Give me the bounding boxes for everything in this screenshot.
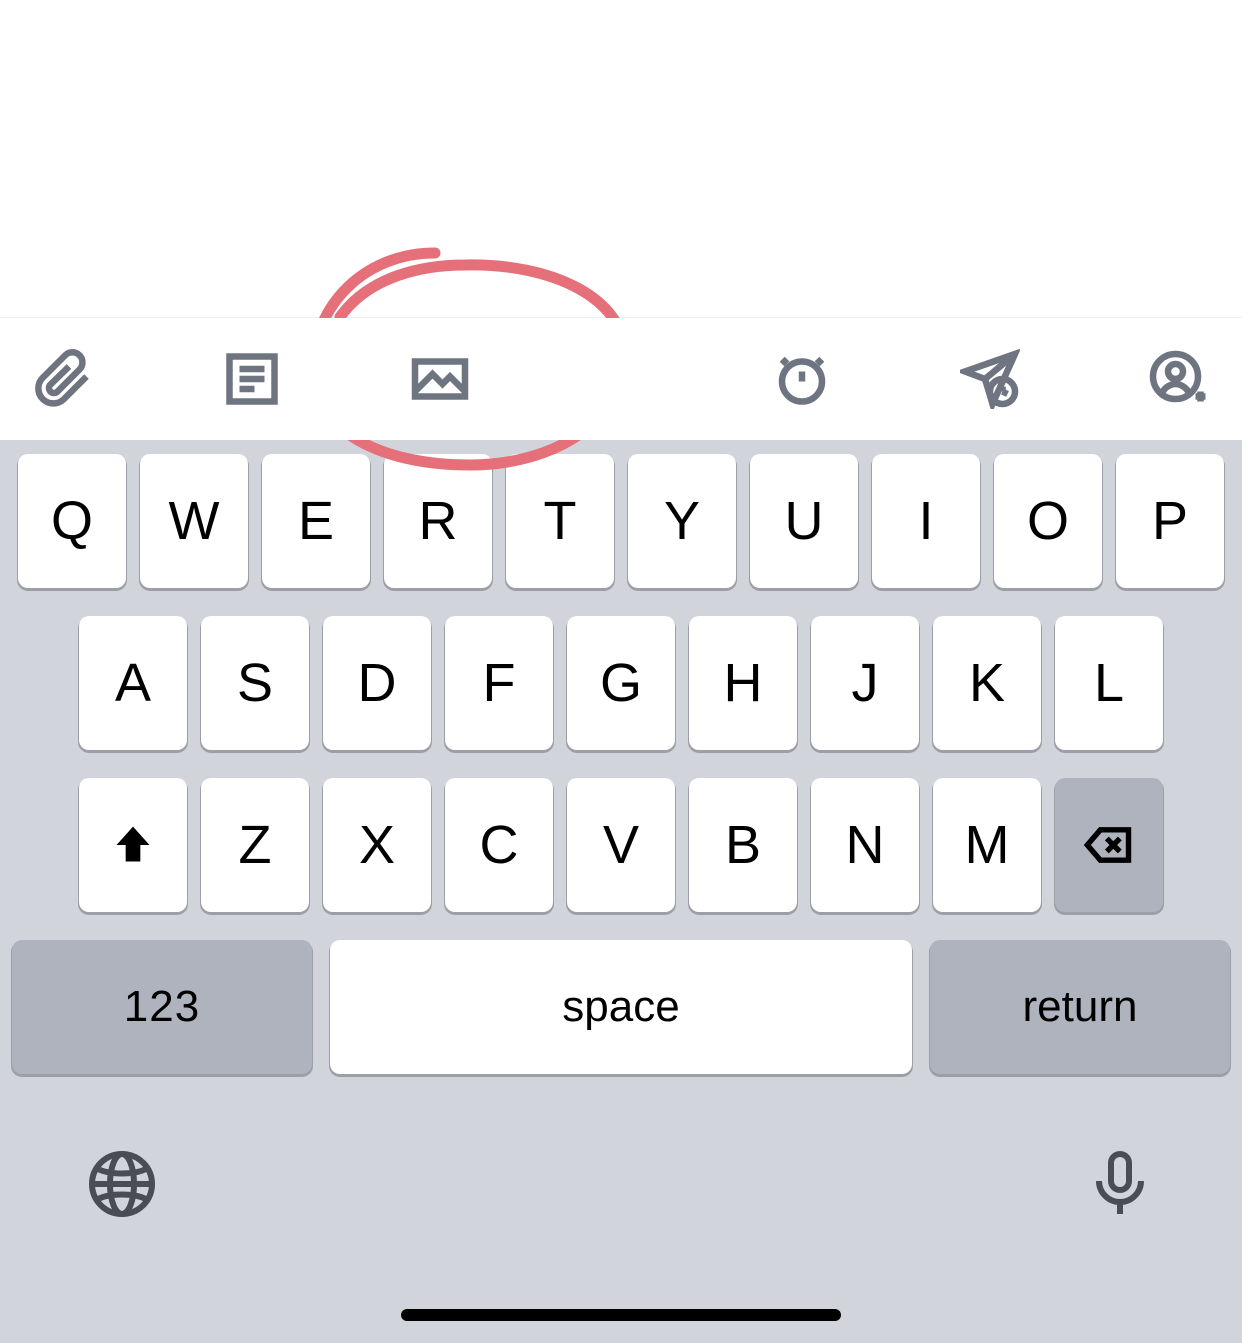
key-h[interactable]: H [689, 616, 797, 750]
key-q[interactable]: Q [18, 454, 126, 588]
keyboard-bottom-bar [12, 1102, 1230, 1224]
timer-icon[interactable] [766, 343, 838, 415]
key-n[interactable]: N [811, 778, 919, 912]
numbers-key[interactable]: 123 [12, 940, 312, 1074]
key-d[interactable]: D [323, 616, 431, 750]
key-t[interactable]: T [506, 454, 614, 588]
add-contact-icon[interactable] [1142, 343, 1214, 415]
key-f[interactable]: F [445, 616, 553, 750]
key-o[interactable]: O [994, 454, 1102, 588]
delete-key[interactable] [1055, 778, 1163, 912]
key-e[interactable]: E [262, 454, 370, 588]
key-y[interactable]: Y [628, 454, 736, 588]
keyboard-row-2: A S D F G H J K L [12, 616, 1230, 750]
key-s[interactable]: S [201, 616, 309, 750]
key-g[interactable]: G [567, 616, 675, 750]
key-u[interactable]: U [750, 454, 858, 588]
key-i[interactable]: I [872, 454, 980, 588]
globe-icon[interactable] [82, 1144, 162, 1224]
keyboard-row-1: Q W E R T Y U I O P [12, 454, 1230, 588]
shift-key[interactable] [79, 778, 187, 912]
image-icon[interactable] [404, 343, 476, 415]
key-l[interactable]: L [1055, 616, 1163, 750]
key-k[interactable]: K [933, 616, 1041, 750]
ios-keyboard: Q W E R T Y U I O P A S D F G H J K L Z … [0, 440, 1242, 1343]
key-p[interactable]: P [1116, 454, 1224, 588]
key-m[interactable]: M [933, 778, 1041, 912]
keyboard-row-4: 123 space return [12, 940, 1230, 1074]
key-a[interactable]: A [79, 616, 187, 750]
send-later-icon[interactable] [954, 343, 1026, 415]
key-j[interactable]: J [811, 616, 919, 750]
key-z[interactable]: Z [201, 778, 309, 912]
home-indicator[interactable] [401, 1309, 841, 1321]
content-area [0, 0, 1242, 318]
key-r[interactable]: R [384, 454, 492, 588]
key-w[interactable]: W [140, 454, 248, 588]
attachment-icon[interactable] [28, 343, 100, 415]
microphone-icon[interactable] [1080, 1144, 1160, 1224]
compose-toolbar [0, 318, 1242, 440]
key-v[interactable]: V [567, 778, 675, 912]
template-icon[interactable] [216, 343, 288, 415]
space-key[interactable]: space [330, 940, 912, 1074]
key-c[interactable]: C [445, 778, 553, 912]
keyboard-row-3: Z X C V B N M [12, 778, 1230, 912]
key-b[interactable]: B [689, 778, 797, 912]
key-x[interactable]: X [323, 778, 431, 912]
return-key[interactable]: return [930, 940, 1230, 1074]
